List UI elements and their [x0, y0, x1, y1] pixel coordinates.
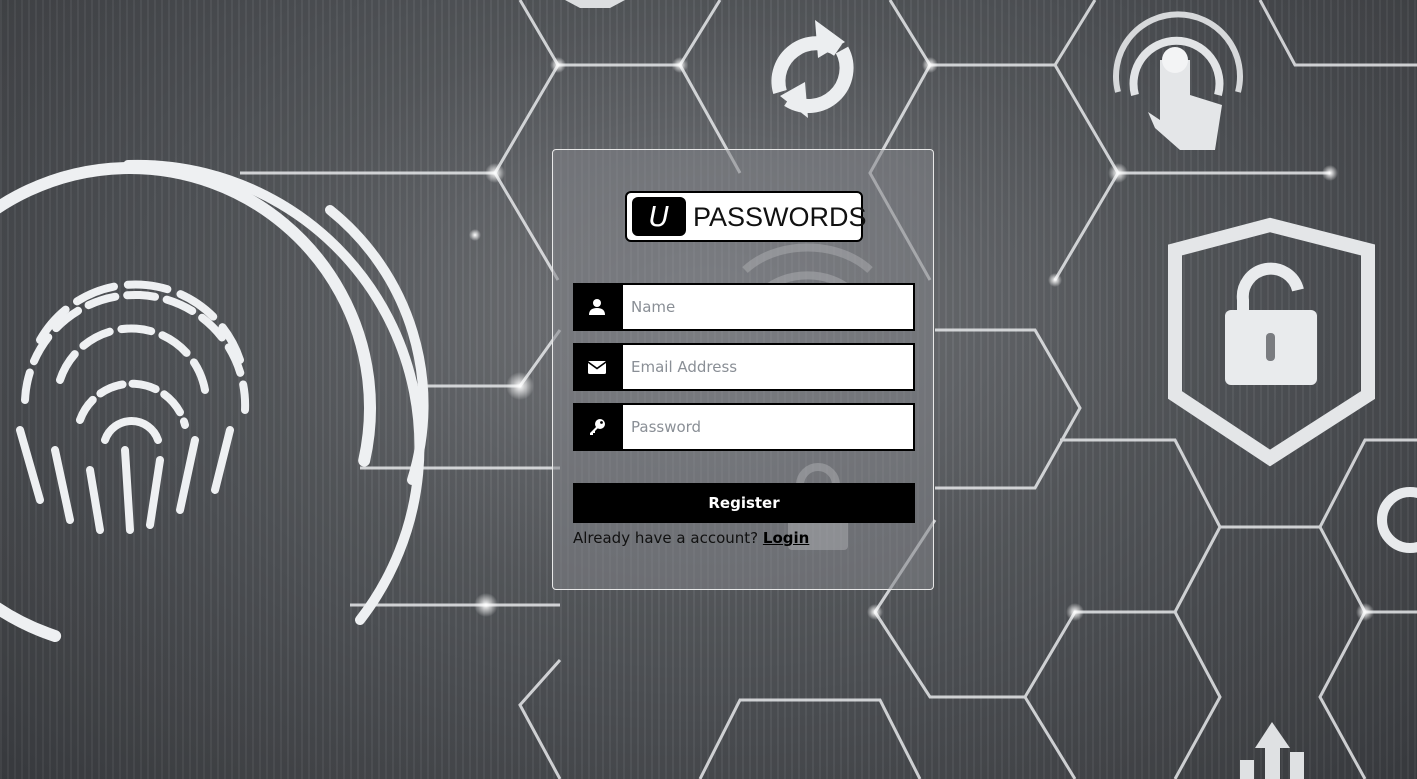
logo-mark: U	[632, 197, 686, 236]
password-input[interactable]	[621, 403, 915, 451]
name-input[interactable]	[621, 283, 915, 331]
brand-logo: U PASSWORDS	[625, 191, 867, 242]
fingerprint-icon	[0, 159, 429, 654]
email-field-group	[573, 343, 915, 391]
logo-text: PASSWORDS	[693, 202, 867, 232]
register-button[interactable]: Register	[573, 483, 915, 523]
padlock-shield-icon	[1168, 217, 1375, 467]
name-field-group	[573, 283, 915, 331]
upload-icon	[1240, 722, 1304, 779]
register-card: U PASSWORDS Name Email Address Register …	[552, 149, 934, 590]
password-field-group	[573, 403, 915, 451]
login-page-background: U PASSWORDS Name Email Address Register …	[0, 0, 1417, 779]
login-prompt-line: Already have a account? Login	[573, 529, 809, 547]
key-icon	[573, 403, 621, 451]
user-icon	[573, 283, 621, 331]
login-prompt-text: Already have a account?	[573, 529, 759, 547]
envelope-icon	[573, 343, 621, 391]
cloud-icon	[565, 0, 625, 8]
email-input[interactable]	[621, 343, 915, 391]
login-link[interactable]: Login	[763, 529, 809, 547]
ring-icon	[1377, 487, 1417, 553]
touch-icon	[1113, 11, 1243, 150]
